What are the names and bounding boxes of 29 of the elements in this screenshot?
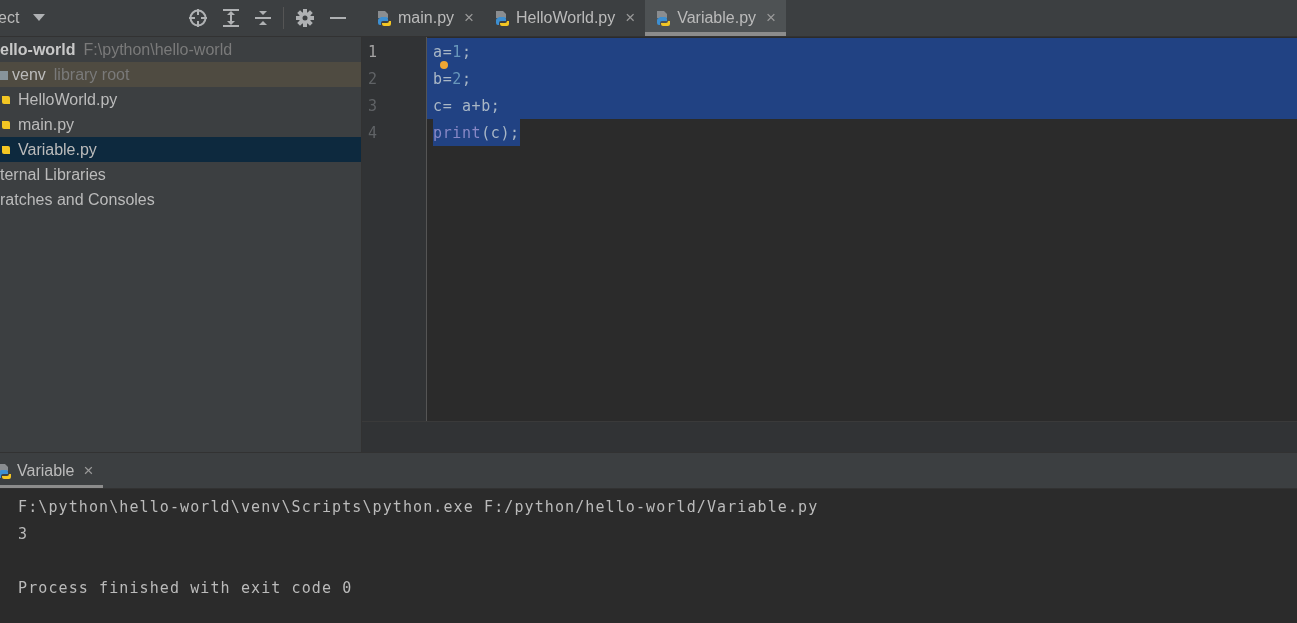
tree-item[interactable]: main.py — [0, 112, 361, 137]
console-output: F:\python\hello-world\venv\Scripts\python.exe F:/python/hello-world/Variable.py — [18, 497, 819, 516]
project-root-item[interactable]: ello-world F:\python\hello-world — [0, 37, 361, 62]
close-icon[interactable]: × — [625, 8, 636, 28]
collapse-all-icon[interactable] — [255, 9, 271, 27]
code-line: b=2; — [433, 69, 472, 88]
console-output: 3 — [18, 524, 29, 543]
close-icon[interactable]: × — [766, 8, 776, 28]
close-icon[interactable]: × — [83, 460, 94, 481]
code-line: c= a+b; — [433, 96, 501, 115]
code-line: a=1; — [433, 42, 472, 61]
expand-all-icon[interactable] — [223, 9, 239, 27]
tree-item[interactable]: ternal Libraries — [0, 162, 361, 187]
editor-tab[interactable]: main.py × — [366, 0, 484, 36]
locate-icon[interactable] — [189, 9, 207, 27]
folder-item[interactable]: venv library root — [0, 62, 361, 87]
tree-item[interactable]: ratches and Consoles — [0, 187, 361, 212]
close-icon[interactable]: × — [464, 8, 474, 28]
run-tab[interactable]: Variable × — [0, 453, 104, 488]
editor-tab[interactable]: Variable.py × — [645, 0, 786, 36]
tree-item[interactable]: Variable.py — [0, 137, 361, 162]
tree-item[interactable]: HelloWorld.py — [0, 87, 361, 112]
dropdown-caret-icon[interactable] — [33, 14, 46, 22]
folder-icon — [0, 68, 8, 81]
editor-tab[interactable]: HelloWorld.py × — [483, 0, 646, 36]
settings-icon[interactable] — [296, 9, 314, 27]
lightbulb-icon[interactable] — [440, 61, 448, 69]
line-number: 1 — [367, 41, 379, 63]
console-output: Process finished with exit code 0 — [18, 578, 353, 597]
